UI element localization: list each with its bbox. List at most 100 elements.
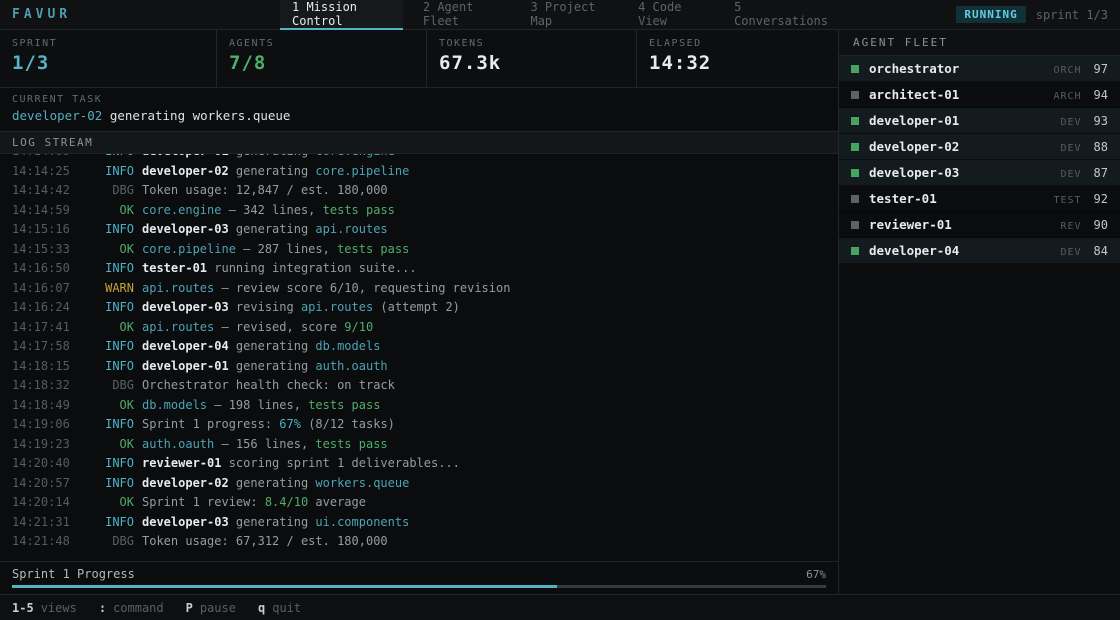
log-segment-good: tests pass: [323, 203, 395, 217]
stat-sprint: SPRINT 1/3: [0, 30, 217, 87]
agent-score: 93: [1094, 114, 1108, 128]
stat-agents: AGENTS7/8: [217, 30, 427, 87]
agent-status-icon: [851, 221, 859, 229]
log-segment-msg: scoring sprint 1 deliverables...: [221, 456, 459, 470]
hint-key: :: [99, 601, 106, 615]
agent-score: 88: [1094, 140, 1108, 154]
log-level: OK: [100, 318, 134, 338]
stat-tokens: TOKENS67.3k: [427, 30, 637, 87]
log-message: reviewer-01 scoring sprint 1 deliverable…: [142, 456, 460, 470]
agent-name: developer-03: [869, 165, 959, 180]
stat-label: ELAPSED: [649, 38, 838, 49]
tab-4-code-view[interactable]: 4 Code View: [626, 0, 714, 30]
log-message: Token usage: 12,847 / est. 180,000: [142, 183, 388, 197]
agent-score: 97: [1094, 62, 1108, 76]
log-segment-msg: revising: [229, 300, 301, 314]
agent-row-developer-04[interactable]: developer-04DEV84: [839, 238, 1120, 264]
log-timestamp: 14:15:33: [12, 240, 72, 260]
log-body[interactable]: 14:14:08INFOdeveloper-01 generating core…: [0, 154, 838, 561]
log-segment-module: core.pipeline: [142, 242, 236, 256]
agent-row-reviewer-01[interactable]: reviewer-01 REV 90: [839, 212, 1120, 238]
tab-2-agent-fleet[interactable]: 2 Agent Fleet: [411, 0, 511, 30]
log-segment-module: db.models: [142, 398, 207, 412]
log-timestamp: 14:14:42: [12, 181, 72, 201]
agent-name: developer-04: [869, 243, 959, 258]
agent-meta: ORCH97: [1053, 62, 1108, 76]
log-segment-msg: (attempt 2): [373, 300, 460, 314]
log-line: 14:16:50INFOtester-01 running integratio…: [12, 259, 826, 279]
agent-score: 94: [1094, 88, 1108, 102]
agent-score: 90: [1094, 218, 1108, 232]
log-level: INFO: [100, 454, 134, 474]
log-line: 14:15:16INFOdeveloper-03 generating api.…: [12, 220, 826, 240]
log-level: INFO: [100, 415, 134, 435]
log-segment-msg: generating: [229, 359, 316, 373]
key-hint-views: 1-5views: [12, 601, 77, 615]
log-timestamp: 14:20:57: [12, 474, 72, 494]
log-message: Sprint 1 progress: 67% (8/12 tasks): [142, 417, 395, 431]
log-level: OK: [100, 396, 134, 416]
log-level: OK: [100, 240, 134, 260]
log-message: Token usage: 67,312 / est. 180,000: [142, 534, 388, 548]
log-segment-msg: — review score 6/10, requesting revision: [214, 281, 510, 295]
log-segment-module: api.routes: [315, 222, 387, 236]
stat-label: SPRINT: [12, 38, 216, 49]
log-level: OK: [100, 201, 134, 221]
key-hint-quit: qquit: [258, 601, 301, 615]
agent-status-icon: [851, 169, 859, 177]
log-line: 14:21:48DBGToken usage: 67,312 / est. 18…: [12, 532, 826, 552]
header-bar: FAVUR 1 Mission Control 2 Agent Fleet3 Pr…: [0, 0, 1120, 30]
log-segment-agent: developer-01: [142, 359, 229, 373]
log-level: INFO: [100, 474, 134, 494]
app-window: FAVUR 1 Mission Control 2 Agent Fleet3 Pr…: [0, 0, 1120, 620]
agent-status-icon: [851, 117, 859, 125]
log-level: OK: [100, 493, 134, 513]
log-line: 14:19:06INFOSprint 1 progress: 67% (8/12…: [12, 415, 826, 435]
log-segment-msg: (8/12 tasks): [301, 417, 395, 431]
log-level: INFO: [100, 357, 134, 377]
app-title: FAVUR: [12, 7, 71, 22]
current-task-line: developer-02 generating workers.queue: [12, 108, 826, 123]
log-line: 14:19:23OKauth.oauth — 156 lines, tests …: [12, 435, 826, 455]
agent-list: orchestratorORCH97architect-01ARCH94deve…: [839, 56, 1120, 264]
log-segment-module: auth.oauth: [142, 437, 214, 451]
agent-status-icon: [851, 247, 859, 255]
log-message: db.models — 198 lines, tests pass: [142, 398, 380, 412]
current-task-agent: developer-02: [12, 108, 102, 123]
agent-name: tester-01: [869, 191, 937, 206]
agent-row-developer-01[interactable]: developer-01DEV93: [839, 108, 1120, 134]
agent-row-architect-01[interactable]: architect-01ARCH94: [839, 82, 1120, 108]
log-line: 14:14:59OKcore.engine — 342 lines, tests…: [12, 201, 826, 221]
current-task-panel: CURRENT TASK developer-02 generating wor…: [0, 88, 838, 132]
tab-1-mission-control[interactable]: 1 Mission Control: [280, 0, 403, 30]
log-level: INFO: [100, 220, 134, 240]
log-level: INFO: [100, 298, 134, 318]
log-line: 14:20:57INFOdeveloper-02 generating work…: [12, 474, 826, 494]
tab-bar: 1 Mission Control 2 Agent Fleet3 Project …: [280, 0, 840, 30]
agent-row-developer-03[interactable]: developer-03DEV87: [839, 160, 1120, 186]
tab-5-conversations[interactable]: 5 Conversations: [722, 0, 840, 30]
agent-row-developer-02[interactable]: developer-02DEV88: [839, 134, 1120, 160]
log-line: 14:18:15INFOdeveloper-01 generating auth…: [12, 357, 826, 377]
log-segment-msg: generating: [229, 222, 316, 236]
log-segment-msg: Token usage: 12,847 / est. 180,000: [142, 183, 388, 197]
tab-3-project-map[interactable]: 3 Project Map: [518, 0, 618, 30]
agent-name: architect-01: [869, 87, 959, 102]
agent-row-orchestrator[interactable]: orchestratorORCH97: [839, 56, 1120, 82]
log-timestamp: 14:20:14: [12, 493, 72, 513]
log-scroll: 14:14:08INFOdeveloper-01 generating core…: [12, 154, 826, 552]
agent-status-icon: [851, 195, 859, 203]
stat-value: 1/3: [12, 52, 216, 74]
log-timestamp: 14:14:59: [12, 201, 72, 221]
agent-role: REV: [1060, 221, 1081, 232]
log-message: developer-03 generating ui.components: [142, 515, 409, 529]
log-segment-good: tests pass: [308, 398, 380, 412]
agent-name: reviewer-01: [869, 217, 952, 232]
agent-fleet-header: AGENT FLEET: [839, 30, 1120, 56]
sprint-note: sprint 1/3: [1036, 8, 1108, 22]
agent-row-tester-01[interactable]: tester-01TEST92: [839, 186, 1120, 212]
stats-strip: SPRINT1/3AGENTS7/8TOKENS67.3kELAPSED14:3…: [0, 30, 838, 88]
log-segment-good: tests pass: [315, 437, 387, 451]
agent-status-icon: [851, 65, 859, 73]
log-line: 14:17:41OKapi.routes — revised, score 9/…: [12, 318, 826, 338]
